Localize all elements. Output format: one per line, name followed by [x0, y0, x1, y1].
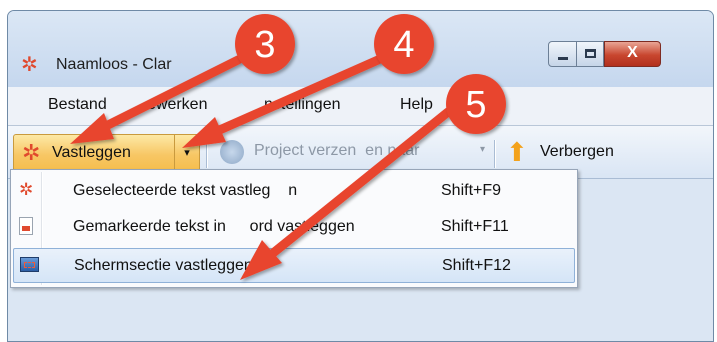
spark-icon: ✲	[19, 180, 34, 199]
project-label: Project verzenden naar	[254, 142, 420, 159]
menu-item-label: Schermsectie vastleggen	[74, 257, 253, 274]
close-button[interactable]: X	[604, 41, 661, 67]
minimize-icon	[558, 57, 568, 60]
toolbar-separator	[494, 140, 496, 168]
capture-label: Vastleggen	[52, 144, 131, 161]
menu-item-shortcut: Shift+F9	[441, 182, 502, 199]
menu-item-label: Geselecteerde tekst vastleggen	[73, 182, 298, 199]
app-spark-icon: ✲	[21, 54, 38, 76]
maximize-icon	[585, 49, 596, 58]
menu-item-capture-selected-text[interactable]: ✲ Geselecteerde tekst vastleggen Shift+F…	[13, 174, 575, 207]
screen-section-icon	[20, 257, 39, 272]
toolbar-separator	[206, 140, 208, 168]
title-bar[interactable]: ✲ Naamloos - Clarap X	[8, 11, 713, 87]
project-globe-icon	[220, 140, 244, 164]
maximize-button[interactable]	[576, 41, 604, 67]
menu-bar: Bestand ewerken nstellingen Help	[8, 87, 713, 126]
capture-button[interactable]: ✲ Vastleggen ▾	[13, 134, 200, 172]
hide-label: Verbergen	[540, 143, 614, 160]
menu-bestand[interactable]: Bestand	[48, 96, 107, 114]
document-icon	[19, 217, 33, 235]
menu-item-shortcut: Shift+F12	[442, 257, 511, 274]
menu-item-shortcut: Shift+F11	[441, 218, 509, 235]
spark-icon: ✲	[22, 140, 41, 165]
up-arrow-icon: ⬆	[506, 137, 528, 167]
menu-item-capture-marked-text[interactable]: Gemarkeerde tekst inWoord vastleggen Shi…	[13, 210, 575, 243]
capture-dropdown-menu: ✲ Geselecteerde tekst vastleggen Shift+F…	[10, 169, 578, 288]
close-icon: X	[627, 44, 638, 61]
menu-bewerken[interactable]: ewerken	[147, 96, 207, 114]
menu-item-label: Gemarkeerde tekst inWoord vastleggen	[73, 218, 355, 235]
menu-help[interactable]: Help	[400, 96, 433, 114]
menu-item-capture-screen-section[interactable]: Schermsectie vastleggen Shift+F12	[13, 248, 575, 283]
menu-instellingen[interactable]: nstellingen	[264, 96, 341, 114]
project-dropdown-arrow: ▾	[480, 144, 486, 155]
capture-dropdown-arrow[interactable]: ▾	[174, 135, 199, 171]
window-title: Naamloos - Clarap	[56, 56, 172, 73]
minimize-button[interactable]	[548, 41, 577, 67]
